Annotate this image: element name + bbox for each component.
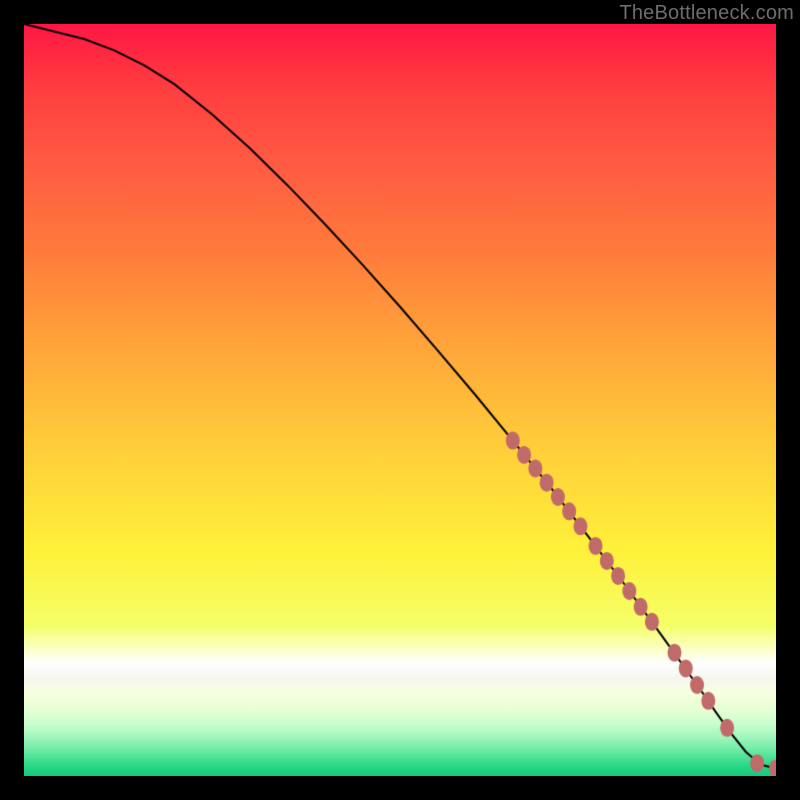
chart-stage: TheBottleneck.com: [0, 0, 800, 800]
watermark-text: TheBottleneck.com: [619, 2, 794, 25]
curve-canvas: [24, 24, 776, 776]
plot-area: [24, 24, 776, 776]
